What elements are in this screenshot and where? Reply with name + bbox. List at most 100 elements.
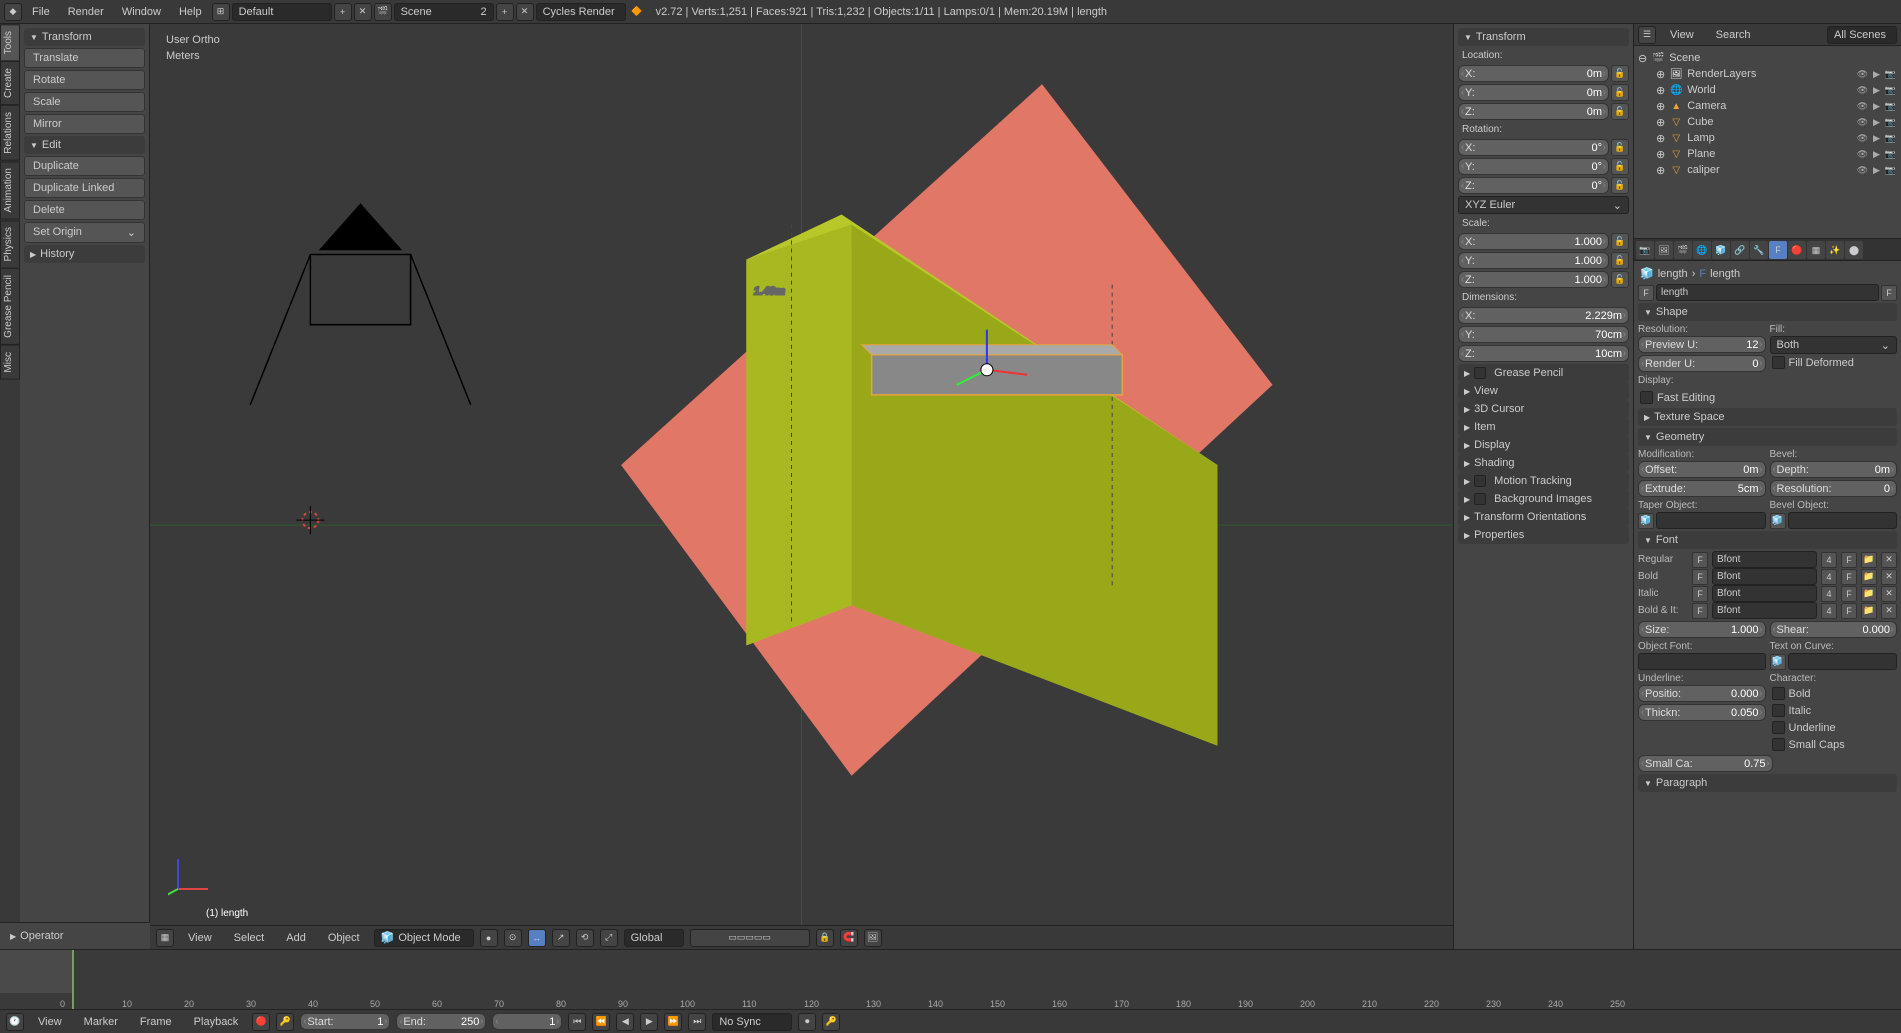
outliner-item-plane[interactable]: ⊕▽Plane👁▶📷 xyxy=(1638,146,1897,162)
geometry-panel-header[interactable]: Geometry xyxy=(1638,428,1897,446)
underline-pos-field[interactable]: Positio:0.000 xyxy=(1638,685,1766,702)
selectable-icon[interactable]: ▶ xyxy=(1870,84,1883,97)
char-bold-checkbox[interactable]: Bold xyxy=(1770,685,1898,702)
rot-z-field[interactable]: Z:0° xyxy=(1458,177,1609,194)
datablock-icon[interactable]: F xyxy=(1638,285,1654,301)
lock-icon[interactable]: 🔓 xyxy=(1611,84,1629,101)
fill-deformed-checkbox[interactable]: Fill Deformed xyxy=(1770,354,1898,371)
visibility-icon[interactable]: 👁 xyxy=(1856,148,1869,161)
lock-camera-icon[interactable]: 🔒 xyxy=(816,929,834,947)
delete-button[interactable]: Delete xyxy=(24,200,145,220)
depth-field[interactable]: Depth:0m xyxy=(1770,461,1898,478)
lock-icon[interactable]: 🔓 xyxy=(1611,177,1629,194)
data-tab-icon[interactable]: F xyxy=(1769,241,1787,259)
play-icon[interactable]: ▶ xyxy=(640,1013,658,1031)
fill-mode-dropdown[interactable]: Both⌄ xyxy=(1770,336,1898,354)
fake-user-button[interactable]: F xyxy=(1881,285,1897,301)
outliner-item-cube[interactable]: ⊕▽Cube👁▶📷 xyxy=(1638,114,1897,130)
lock-icon[interactable]: 🔓 xyxy=(1611,65,1629,82)
dim-y-field[interactable]: Y:70cm xyxy=(1458,326,1629,343)
extrude-field[interactable]: Extrude:5cm xyxy=(1638,480,1766,497)
end-frame-field[interactable]: End:250 xyxy=(396,1013,486,1030)
renderable-icon[interactable]: 📷 xyxy=(1884,100,1897,113)
n-panel-view[interactable]: View xyxy=(1458,382,1629,400)
unlink-icon[interactable]: ✕ xyxy=(1881,603,1897,619)
visibility-icon[interactable]: 👁 xyxy=(1856,116,1869,129)
open-font-icon[interactable]: 📁 xyxy=(1861,586,1877,602)
modifiers-tab-icon[interactable]: 🔧 xyxy=(1750,241,1768,259)
auto-keyframe-icon[interactable]: 🔴 xyxy=(252,1013,270,1031)
renderable-icon[interactable]: 📷 xyxy=(1884,116,1897,129)
vp-view-menu[interactable]: View xyxy=(180,929,220,947)
scene-tab-icon[interactable]: 🎬 xyxy=(1674,241,1692,259)
fake-user-icon[interactable]: F xyxy=(1841,569,1857,585)
datablock-breadcrumb[interactable]: 🧊length›Flength xyxy=(1638,265,1897,282)
tree-scene[interactable]: ⊖🎬Scene xyxy=(1638,50,1897,66)
keyframe-next-icon[interactable]: ⏩ xyxy=(664,1013,682,1031)
scale-button[interactable]: Scale xyxy=(24,92,145,112)
visibility-icon[interactable]: 👁 xyxy=(1856,100,1869,113)
selectable-icon[interactable]: ▶ xyxy=(1870,148,1883,161)
snap-icon[interactable]: 🧲 xyxy=(840,929,858,947)
object-tab-icon[interactable]: 🧊 xyxy=(1712,241,1730,259)
unlink-icon[interactable]: ✕ xyxy=(1881,569,1897,585)
tl-view-menu[interactable]: View xyxy=(30,1013,70,1031)
outliner-view-menu[interactable]: View xyxy=(1662,26,1702,44)
render-u-field[interactable]: Render U:0 xyxy=(1638,355,1766,372)
font-users-icon[interactable]: 4 xyxy=(1821,569,1837,585)
pivot-icon[interactable]: ⊙ xyxy=(504,929,522,947)
mirror-button[interactable]: Mirror xyxy=(24,114,145,134)
selectable-icon[interactable]: ▶ xyxy=(1870,100,1883,113)
set-origin-button[interactable]: Set Origin⌄ xyxy=(24,222,145,243)
current-frame-field[interactable]: 1 xyxy=(492,1013,562,1030)
duplicate-button[interactable]: Duplicate xyxy=(24,156,145,176)
tool-tab-grease-pencil[interactable]: Grease Pencil xyxy=(0,268,20,345)
manip-rotate-icon[interactable]: ⟲ xyxy=(576,929,594,947)
editor-type-icon[interactable]: 🕐 xyxy=(6,1013,24,1031)
jump-start-icon[interactable]: ⏮ xyxy=(568,1013,586,1031)
bevel-obj-icon[interactable]: 🧊 xyxy=(1770,513,1786,529)
curve-icon[interactable]: 🧊 xyxy=(1770,654,1786,670)
n-transform-header[interactable]: Transform xyxy=(1458,28,1629,46)
blender-logo-icon[interactable]: ◆ xyxy=(4,3,22,21)
particles-tab-icon[interactable]: ✨ xyxy=(1826,241,1844,259)
outliner-search-menu[interactable]: Search xyxy=(1708,26,1759,44)
visibility-icon[interactable]: 👁 xyxy=(1856,84,1869,97)
record-icon[interactable]: ⏺ xyxy=(798,1013,816,1031)
renderable-icon[interactable]: 📷 xyxy=(1884,84,1897,97)
outliner-filter[interactable]: All Scenes xyxy=(1827,26,1897,44)
scale-z-field[interactable]: Z:1.000 xyxy=(1458,271,1609,288)
mode-selector[interactable]: 🧊Object Mode xyxy=(374,929,474,947)
taper-obj-icon[interactable]: 🧊 xyxy=(1638,513,1654,529)
scale-y-field[interactable]: Y:1.000 xyxy=(1458,252,1609,269)
3d-viewport[interactable]: User Ortho Meters xyxy=(150,24,1453,949)
open-font-icon[interactable]: 📁 xyxy=(1861,603,1877,619)
texture-tab-icon[interactable]: ▦ xyxy=(1807,241,1825,259)
lock-icon[interactable]: 🔓 xyxy=(1611,271,1629,288)
underline-thick-field[interactable]: Thickn:0.050 xyxy=(1638,704,1766,721)
menu-render[interactable]: Render xyxy=(60,3,112,21)
material-tab-icon[interactable]: 🔴 xyxy=(1788,241,1806,259)
taper-obj-field[interactable] xyxy=(1656,512,1766,529)
edit-panel-header[interactable]: Edit xyxy=(24,136,145,154)
visibility-icon[interactable]: 👁 xyxy=(1856,68,1869,81)
tool-tab-relations[interactable]: Relations xyxy=(0,105,20,161)
outliner-item-renderlayers[interactable]: ⊕🖼RenderLayers👁▶📷 xyxy=(1638,66,1897,82)
layers-icon[interactable]: ▭▭▭▭▭ xyxy=(690,929,810,947)
render-preview-icon[interactable]: 🖼 xyxy=(864,929,882,947)
lock-icon[interactable]: 🔓 xyxy=(1611,233,1629,250)
lock-icon[interactable]: 🔓 xyxy=(1611,139,1629,156)
bevel-obj-field[interactable] xyxy=(1788,512,1898,529)
loc-x-field[interactable]: X:0m xyxy=(1458,65,1609,82)
tl-marker-menu[interactable]: Marker xyxy=(76,1013,126,1031)
n-panel-transform-orientations[interactable]: Transform Orientations xyxy=(1458,508,1629,526)
fake-user-icon[interactable]: F xyxy=(1841,552,1857,568)
keying-set-icon[interactable]: 🔑 xyxy=(276,1013,294,1031)
font-size-field[interactable]: Size:1.000 xyxy=(1638,621,1766,638)
tool-tab-tools[interactable]: Tools xyxy=(0,24,20,61)
selectable-icon[interactable]: ▶ xyxy=(1870,116,1883,129)
rotation-mode-dropdown[interactable]: XYZ Euler⌄ xyxy=(1458,196,1629,214)
add-layout-icon[interactable]: + xyxy=(334,3,352,21)
font-bold-field[interactable]: Bfont xyxy=(1712,568,1817,585)
world-tab-icon[interactable]: 🌐 xyxy=(1693,241,1711,259)
